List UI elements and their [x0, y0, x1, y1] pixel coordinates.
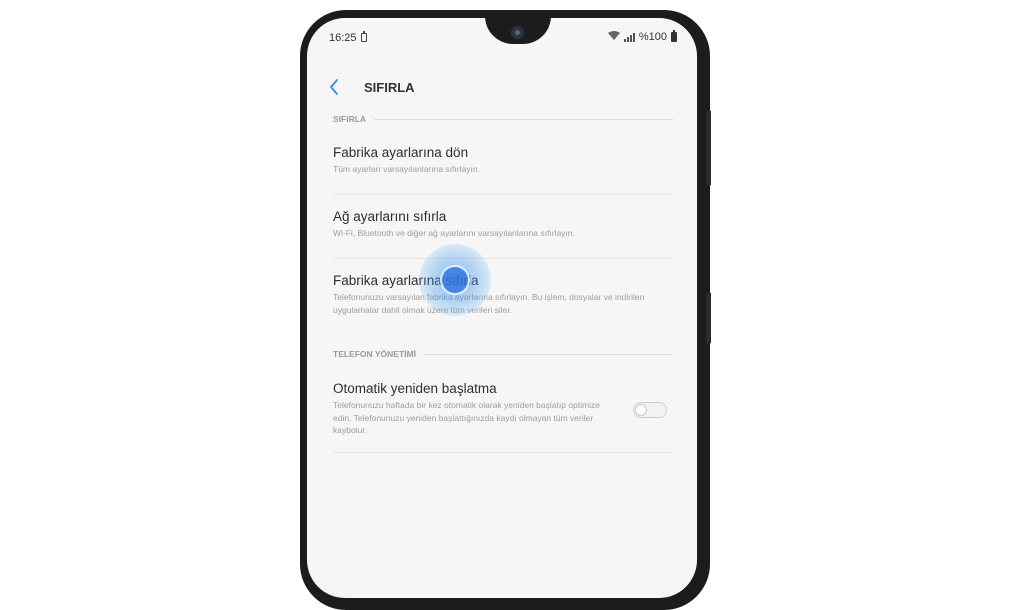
phone-screen: 16:25 %100 SIFIRLA SIFIRLA Fabrika ayarl…	[307, 18, 697, 598]
item-description: Wi-Fi, Bluetooth ve diğer ağ ayarlarını …	[333, 228, 575, 238]
section-header-phone-management: TELEFON YÖNETİMİ	[333, 349, 673, 359]
power-button	[706, 292, 711, 344]
item-title: Otomatik yeniden başlatma	[333, 381, 497, 396]
section-header-reset: SIFIRLA	[333, 114, 673, 124]
list-item-factory-defaults[interactable]: Fabrika ayarlarına dön Tüm ayarları vars…	[333, 145, 673, 176]
back-arrow-icon[interactable]	[325, 75, 345, 99]
item-description: Telefonunuzu varsayılan fabrika ayarları…	[333, 292, 645, 315]
signal-icon	[623, 32, 635, 42]
item-title: Fabrika ayarlarına dön	[333, 145, 469, 160]
divider	[333, 452, 673, 453]
battery-icon	[671, 30, 677, 42]
section-header-label: TELEFON YÖNETİMİ	[333, 349, 416, 359]
list-item-auto-restart[interactable]: Otomatik yeniden başlatma Telefonunuzu h…	[333, 381, 613, 437]
volume-button	[706, 110, 711, 186]
item-description: Tüm ayarları varsayılanlarına sıfırlayın…	[333, 164, 480, 174]
item-title: Fabrika ayarlarına sıfırla	[333, 273, 479, 288]
list-item-reset-network[interactable]: Ağ ayarlarını sıfırla Wi-Fi, Bluetooth v…	[333, 209, 673, 240]
section-divider	[374, 118, 673, 120]
app-bar: SIFIRLA	[307, 70, 697, 110]
divider	[333, 258, 673, 259]
list-item-factory-reset[interactable]: Fabrika ayarlarına sıfırla Telefonunuzu …	[333, 273, 673, 316]
section-header-label: SIFIRLA	[333, 114, 367, 124]
divider	[333, 194, 673, 195]
item-title: Ağ ayarlarını sıfırla	[333, 209, 447, 224]
status-bar: 16:25 %100	[307, 18, 697, 48]
status-icons: %100	[607, 30, 677, 43]
section-divider	[423, 353, 673, 355]
battery-percentage: %100	[638, 31, 667, 43]
item-description: Telefonunuzu haftada bir kez otomatik ol…	[333, 400, 600, 435]
wifi-icon	[607, 31, 620, 43]
page-title: SIFIRLA	[364, 80, 415, 95]
battery-saver-icon	[361, 31, 367, 42]
auto-restart-toggle[interactable]	[633, 402, 667, 418]
toggle-knob	[635, 404, 647, 416]
status-time: 16:25	[329, 32, 357, 44]
